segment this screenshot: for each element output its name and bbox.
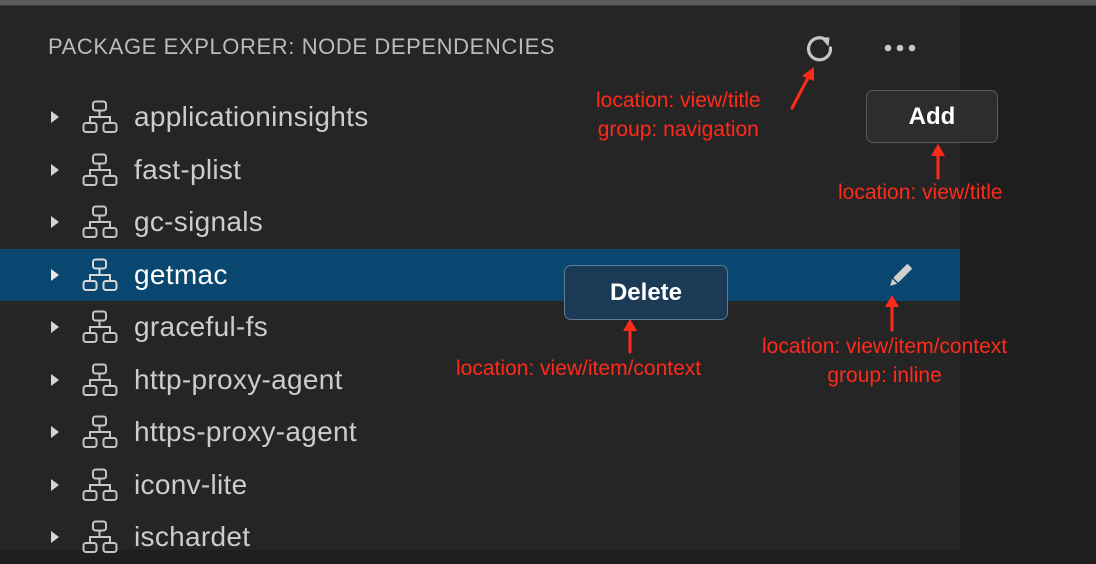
tree-item[interactable]: https-proxy-agent — [0, 406, 960, 459]
chevron-right-icon[interactable] — [50, 110, 60, 124]
tree-item-label: fast-plist — [134, 153, 242, 185]
tree-item-label: applicationinsights — [134, 101, 369, 133]
dependency-icon — [82, 205, 118, 239]
annotation-line: location: view/title — [596, 89, 761, 112]
dependency-icon — [82, 415, 118, 449]
chevron-right-icon[interactable] — [50, 478, 60, 492]
more-actions-button[interactable] — [882, 36, 918, 60]
dependency-icon — [82, 468, 118, 501]
view-title: PACKAGE EXPLORER: NODE DEPENDENCIES — [48, 34, 556, 59]
tree-item-label: gc-signals — [134, 206, 264, 238]
dependency-icon — [82, 520, 118, 554]
annotation-line: location: view/item/context — [456, 357, 702, 380]
chevron-right-icon[interactable] — [50, 163, 60, 177]
tree-item[interactable]: ischardet — [0, 511, 960, 564]
dependency-icon — [82, 100, 118, 134]
tree-item-selected[interactable]: getmac — [0, 248, 960, 301]
tree-item-label: https-proxy-agent — [134, 416, 357, 448]
add-button[interactable]: Add — [866, 90, 998, 143]
tree-item-label: graceful-fs — [134, 311, 269, 343]
annotation-line: location: view/item/context — [762, 335, 1008, 358]
chevron-right-icon[interactable] — [50, 268, 60, 282]
tree-item[interactable]: iconv-lite — [0, 459, 960, 512]
tree-item-label: ischardet — [134, 521, 251, 553]
delete-menu-item[interactable]: Delete — [564, 265, 728, 320]
dependency-icon — [82, 258, 118, 291]
chevron-right-icon[interactable] — [50, 530, 60, 544]
pencil-icon[interactable] — [882, 259, 918, 293]
annotation-line: group: navigation — [597, 118, 759, 141]
annotation-line: group: inline — [827, 364, 942, 387]
annotation-line: location: view/title — [838, 181, 1003, 204]
refresh-button[interactable] — [804, 32, 836, 64]
tree-item[interactable]: fast-plist — [0, 144, 960, 197]
dependency-tree: applicationinsights fast-plist gc-signal… — [0, 91, 960, 564]
chevron-right-icon[interactable] — [50, 373, 60, 387]
tree-item[interactable]: gc-signals — [0, 196, 960, 249]
refresh-icon — [806, 36, 833, 62]
tree-item-label: getmac — [134, 258, 228, 290]
tree-item-label: iconv-lite — [134, 468, 248, 500]
dependency-icon — [82, 310, 118, 344]
tree-item-label: http-proxy-agent — [134, 363, 343, 395]
chevron-right-icon[interactable] — [50, 320, 60, 334]
annotation-view-item-context: location: view/item/context — [456, 354, 701, 383]
tree-item[interactable]: applicationinsights — [0, 91, 960, 144]
editor-background — [960, 6, 1096, 550]
annotation-view-item-context-inline: location: view/item/context group: inlin… — [762, 332, 1007, 390]
dependency-icon — [82, 153, 118, 186]
annotation-view-title: location: view/title — [838, 178, 1003, 207]
chevron-right-icon[interactable] — [50, 425, 60, 439]
chevron-right-icon[interactable] — [50, 215, 60, 229]
dependency-icon — [82, 363, 118, 396]
annotation-view-title-navigation: location: view/title group: navigation — [596, 86, 761, 144]
more-actions-icon — [884, 44, 916, 52]
